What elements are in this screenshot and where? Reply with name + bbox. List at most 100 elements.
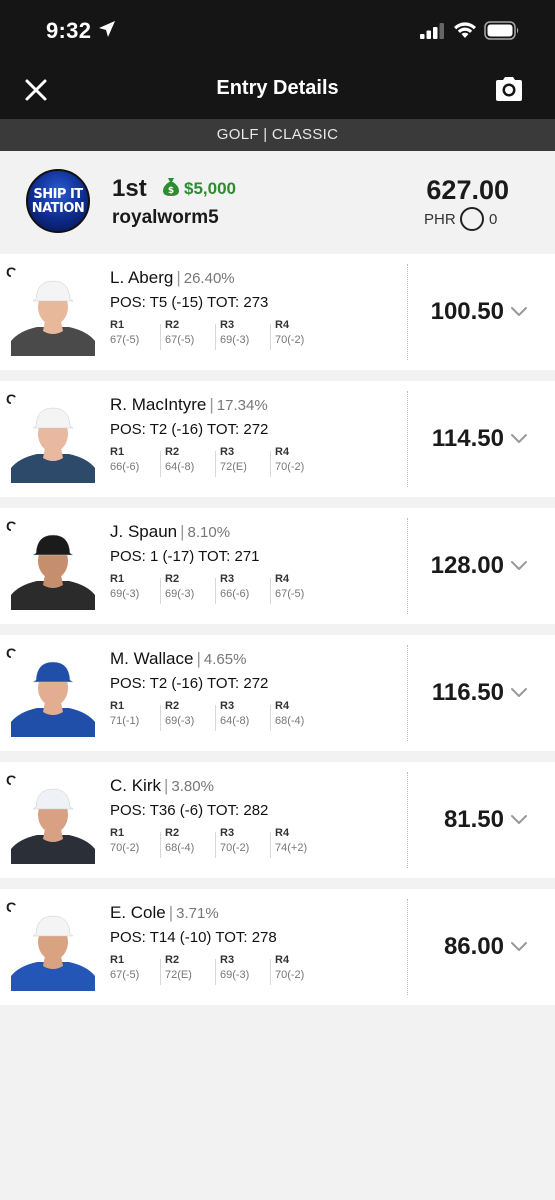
- chevron-down-icon[interactable]: [510, 559, 528, 573]
- round-score: R4 70(-2): [270, 953, 330, 985]
- ownership-percent: 4.65%: [203, 651, 247, 668]
- svg-text:$: $: [168, 186, 174, 196]
- player-name: C. Kirk: [110, 776, 161, 795]
- nav-header: Entry Details: [0, 60, 555, 119]
- round-value: 74(+2): [275, 842, 308, 854]
- ownership-percent: 17.34%: [216, 397, 268, 414]
- round-label: R1: [110, 573, 125, 585]
- round-value: 70(-2): [275, 334, 305, 346]
- player-name: L. Aberg: [110, 268, 174, 287]
- player-headshot: [11, 906, 95, 991]
- player-card[interactable]: GM. Wallace|4.65%POS: T2 (-16) TOT: 272R…: [0, 635, 555, 751]
- player-headshot: [11, 652, 95, 737]
- round-value: 68(-4): [275, 715, 305, 727]
- player-headshot: [11, 271, 95, 356]
- divider: [407, 645, 408, 741]
- round-label: R4: [275, 700, 290, 712]
- chevron-down-icon[interactable]: [510, 305, 528, 319]
- contest-type-bar: GOLF | CLASSIC: [0, 119, 555, 151]
- round-score: R4 74(+2): [270, 826, 330, 858]
- player-headshot: [11, 525, 95, 610]
- round-value: 64(-8): [165, 461, 195, 473]
- round-label: R2: [165, 446, 180, 458]
- round-label: R3: [220, 827, 235, 839]
- player-points: 81.50: [443, 806, 504, 833]
- player-card[interactable]: GL. Aberg|26.40%POS: T5 (-15) TOT: 273R1…: [0, 254, 555, 370]
- player-name-line: R. MacIntyre | 17.34%: [110, 395, 268, 414]
- round-label: R2: [165, 700, 180, 712]
- round-label: R3: [220, 319, 235, 331]
- round-value: 70(-2): [275, 461, 305, 473]
- position-total: POS: T2 (-16) TOT: 272: [110, 421, 269, 438]
- entry-username: royalworm5: [112, 207, 219, 228]
- status-time: 9:32: [46, 18, 92, 43]
- round-score: R2 69(-3): [160, 572, 220, 604]
- chevron-down-icon[interactable]: [510, 940, 528, 954]
- position-total: POS: T36 (-6) TOT: 282: [110, 802, 269, 819]
- position-total: POS: 1 (-17) TOT: 271: [110, 548, 260, 565]
- player-name: E. Cole: [110, 903, 166, 922]
- round-score: R2 69(-3): [160, 699, 220, 731]
- entry-rank: 1st: [112, 175, 147, 202]
- round-value: 66(-6): [220, 588, 250, 600]
- player-name-line: J. Spaun | 8.10%: [110, 522, 231, 541]
- round-value: 69(-3): [220, 334, 250, 346]
- status-bar: 9:32: [0, 0, 555, 60]
- chevron-down-icon[interactable]: [510, 686, 528, 700]
- chevron-down-icon[interactable]: [510, 432, 528, 446]
- divider: [407, 899, 408, 995]
- player-headshot: [11, 398, 95, 483]
- entry-summary: SHIP IT NATION 1st $ $5,000 royalworm5 6…: [0, 151, 555, 252]
- round-score: R3 72(E): [215, 445, 275, 477]
- ownership-percent: 3.71%: [176, 905, 219, 922]
- round-label: R2: [165, 954, 180, 966]
- round-label: R2: [165, 827, 180, 839]
- round-value: 64(-8): [220, 715, 250, 727]
- round-value: 71(-1): [110, 715, 140, 727]
- round-label: R3: [220, 954, 235, 966]
- page-title: Entry Details: [216, 77, 339, 99]
- round-label: R1: [110, 827, 125, 839]
- round-score: R4 67(-5): [270, 572, 330, 604]
- team-logo: SHIP IT NATION: [26, 169, 90, 233]
- round-scores: R1 66(-6) R2 64(-8) R3 72(E) R4 70(-2): [110, 445, 410, 477]
- round-score: R2 64(-8): [160, 445, 220, 477]
- player-points: 114.50: [431, 425, 504, 452]
- round-scores: R1 67(-5) R2 72(E) R3 69(-3) R4 70(-2): [110, 953, 410, 985]
- phr-value: 0: [489, 211, 498, 228]
- round-score: R2 67(-5): [160, 318, 220, 350]
- player-name-line: E. Cole | 3.71%: [110, 903, 219, 922]
- position-total: POS: T14 (-10) TOT: 278: [110, 929, 277, 946]
- round-scores: R1 70(-2) R2 68(-4) R3 70(-2) R4 74(+2): [110, 826, 410, 858]
- round-score: R2 68(-4): [160, 826, 220, 858]
- entry-total-points: 627.00: [426, 175, 509, 205]
- round-scores: R1 67(-5) R2 67(-5) R3 69(-3) R4 70(-2): [110, 318, 410, 350]
- camera-icon[interactable]: [494, 75, 524, 103]
- round-label: R1: [110, 700, 125, 712]
- chevron-down-icon[interactable]: [510, 813, 528, 827]
- location-arrow-icon: [99, 21, 115, 37]
- ownership-percent: 8.10%: [187, 524, 231, 541]
- round-score: R1 67(-5): [110, 318, 165, 350]
- player-name-line: L. Aberg | 26.40%: [110, 268, 235, 287]
- player-headshot: [11, 779, 95, 864]
- round-value: 67(-5): [165, 334, 195, 346]
- logo-text: SHIP IT NATION: [31, 187, 85, 216]
- round-score: R3 66(-6): [215, 572, 275, 604]
- round-score: R3 69(-3): [215, 318, 275, 350]
- player-points: 86.00: [443, 933, 504, 960]
- player-card[interactable]: GE. Cole|3.71%POS: T14 (-10) TOT: 278R16…: [0, 889, 555, 1005]
- round-value: 70(-2): [275, 969, 305, 981]
- player-points: 100.50: [430, 298, 504, 325]
- position-total: POS: T5 (-15) TOT: 273: [110, 294, 269, 311]
- wifi-icon: [454, 22, 476, 38]
- player-card[interactable]: GC. Kirk|3.80%POS: T36 (-6) TOT: 282R170…: [0, 762, 555, 878]
- player-card[interactable]: GR. MacIntyre|17.34%POS: T2 (-16) TOT: 2…: [0, 381, 555, 497]
- entry-prize: $5,000: [184, 179, 236, 198]
- player-card[interactable]: GJ. Spaun|8.10%POS: 1 (-17) TOT: 271R169…: [0, 508, 555, 624]
- player-points: 128.00: [430, 552, 504, 579]
- player-name-line: C. Kirk | 3.80%: [110, 776, 214, 795]
- round-score: R1 71(-1): [110, 699, 165, 731]
- round-value: 66(-6): [110, 461, 140, 473]
- round-label: R3: [220, 573, 235, 585]
